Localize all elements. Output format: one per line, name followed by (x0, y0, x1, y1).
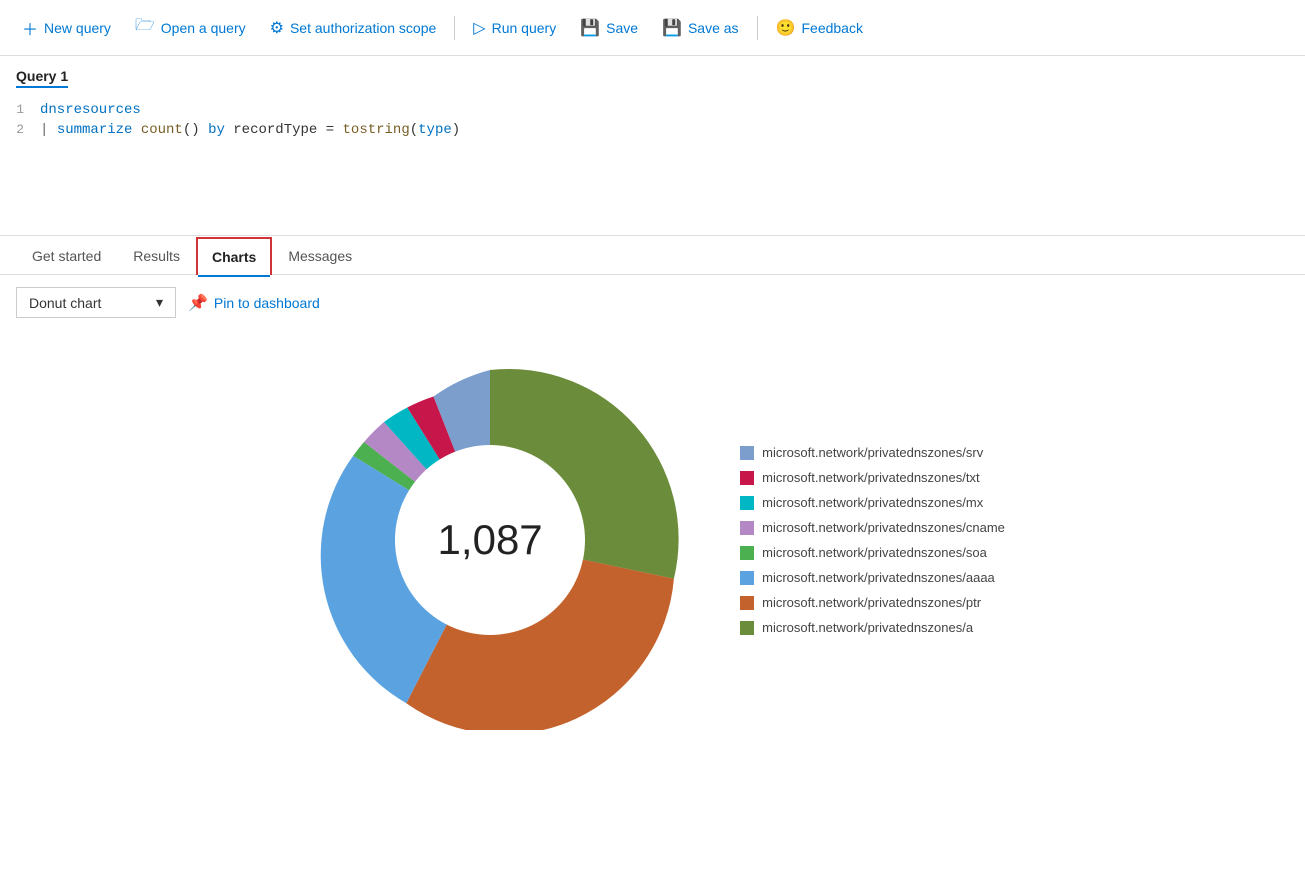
gear-icon: ⚙ (270, 18, 284, 38)
legend-item: microsoft.network/privatednszones/aaaa (740, 570, 1005, 585)
legend-color-box (740, 621, 754, 635)
save-as-icon: 💾 (662, 18, 682, 38)
code-line-2: 2 | summarize count() by recordType = to… (0, 120, 1305, 140)
donut-chart: 1,087 (300, 350, 680, 730)
legend-label: microsoft.network/privatednszones/soa (762, 545, 987, 560)
legend-color-box (740, 571, 754, 585)
save-button[interactable]: 💾 Save (570, 12, 648, 44)
tab-messages[interactable]: Messages (272, 236, 368, 274)
separator-2 (757, 16, 758, 40)
query-editor-section: Query 1 1 dnsresources 2 | summarize cou… (0, 56, 1305, 236)
legend-item: microsoft.network/privatednszones/a (740, 620, 1005, 635)
legend-label: microsoft.network/privatednszones/ptr (762, 595, 981, 610)
legend-label: microsoft.network/privatednszones/a (762, 620, 973, 635)
chevron-down-icon: ▾ (156, 294, 163, 311)
chart-type-dropdown[interactable]: Donut chart ▾ (16, 287, 176, 318)
separator-1 (454, 16, 455, 40)
legend-color-box (740, 471, 754, 485)
query-title: Query 1 (0, 64, 1305, 96)
legend-item: microsoft.network/privatednszones/ptr (740, 595, 1005, 610)
donut-hole (395, 445, 585, 635)
new-query-button[interactable]: ＋ New query (12, 10, 121, 46)
run-query-button[interactable]: ▷ Run query (463, 12, 566, 44)
plus-icon: ＋ (22, 16, 38, 40)
legend-color-box (740, 546, 754, 560)
set-auth-button[interactable]: ⚙ Set authorization scope (260, 12, 447, 44)
pin-to-dashboard-button[interactable]: 📌 Pin to dashboard (188, 293, 320, 313)
toolbar: ＋ New query 🗁 Open a query ⚙ Set authori… (0, 0, 1305, 56)
legend-item: microsoft.network/privatednszones/soa (740, 545, 1005, 560)
legend-label: microsoft.network/privatednszones/mx (762, 495, 983, 510)
feedback-icon: 🙂 (776, 18, 796, 38)
legend-color-box (740, 446, 754, 460)
chart-legend: microsoft.network/privatednszones/srv mic… (740, 445, 1005, 635)
legend-label: microsoft.network/privatednszones/cname (762, 520, 1005, 535)
legend-color-box (740, 496, 754, 510)
tab-get-started[interactable]: Get started (16, 236, 117, 274)
legend-item: microsoft.network/privatednszones/txt (740, 470, 1005, 485)
pin-icon: 📌 (188, 293, 208, 313)
legend-item: microsoft.network/privatednszones/cname (740, 520, 1005, 535)
feedback-button[interactable]: 🙂 Feedback (766, 12, 873, 44)
run-icon: ▷ (473, 18, 485, 38)
save-as-button[interactable]: 💾 Save as (652, 12, 749, 44)
legend-color-box (740, 596, 754, 610)
legend-item: microsoft.network/privatednszones/srv (740, 445, 1005, 460)
legend-color-box (740, 521, 754, 535)
legend-label: microsoft.network/privatednszones/txt (762, 470, 979, 485)
tab-charts[interactable]: Charts (196, 237, 272, 275)
save-icon: 💾 (580, 18, 600, 38)
tab-results[interactable]: Results (117, 236, 196, 274)
chart-controls: Donut chart ▾ 📌 Pin to dashboard (0, 275, 1305, 330)
code-editor[interactable]: 1 dnsresources 2 | summarize count() by … (0, 96, 1305, 200)
code-line-1: 1 dnsresources (0, 100, 1305, 120)
donut-svg (300, 350, 680, 730)
legend-item: microsoft.network/privatednszones/mx (740, 495, 1005, 510)
legend-label: microsoft.network/privatednszones/srv (762, 445, 983, 460)
legend-label: microsoft.network/privatednszones/aaaa (762, 570, 995, 585)
chart-type-label: Donut chart (29, 295, 101, 311)
open-query-button[interactable]: 🗁 Open a query (125, 8, 256, 47)
chart-area: 1,087 microsoft.network/privatednszones/… (0, 330, 1305, 750)
tabs-bar: Get started Results Charts Messages (0, 236, 1305, 275)
folder-icon: 🗁 (135, 14, 155, 41)
